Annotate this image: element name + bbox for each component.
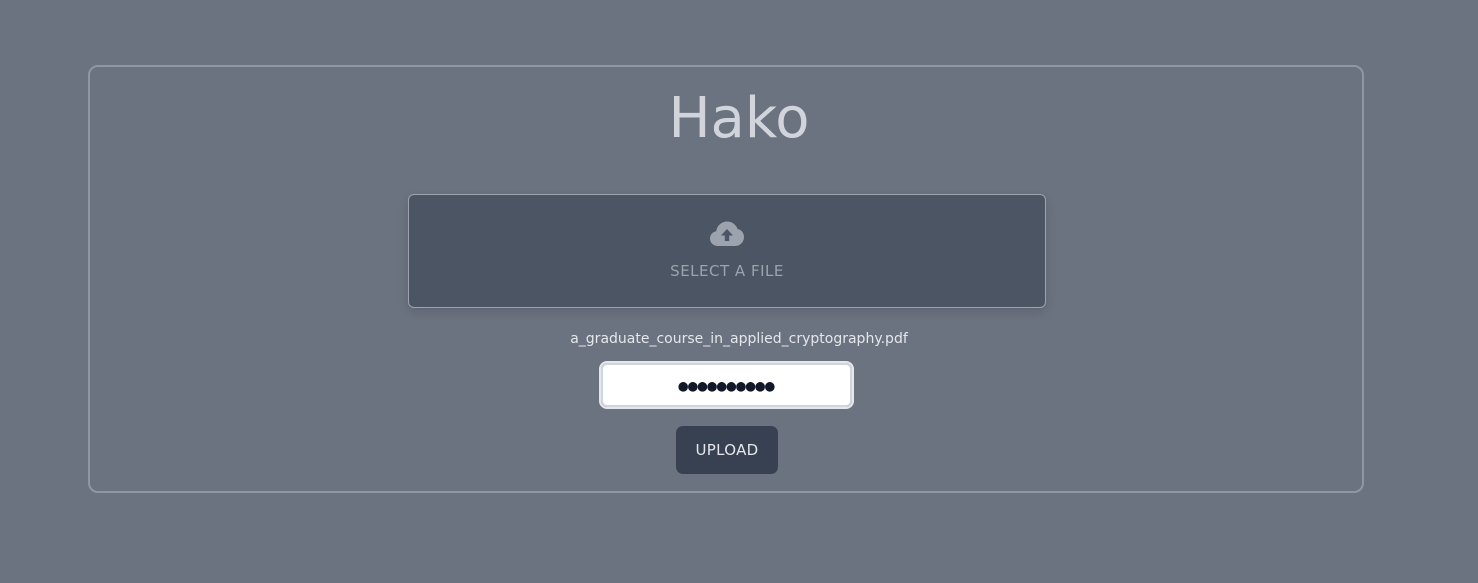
- app-title: Hako: [668, 86, 810, 151]
- select-file-label: SELECT A FILE: [670, 262, 784, 280]
- page: Hako SELECT A FILE a_graduate_course_in_…: [0, 0, 1478, 583]
- cloud-upload-icon: [710, 221, 744, 246]
- password-input[interactable]: [599, 361, 854, 409]
- file-select-dropzone[interactable]: SELECT A FILE: [408, 194, 1046, 308]
- upload-button[interactable]: UPLOAD: [676, 426, 778, 474]
- selected-file-name: a_graduate_course_in_applied_cryptograph…: [570, 331, 908, 347]
